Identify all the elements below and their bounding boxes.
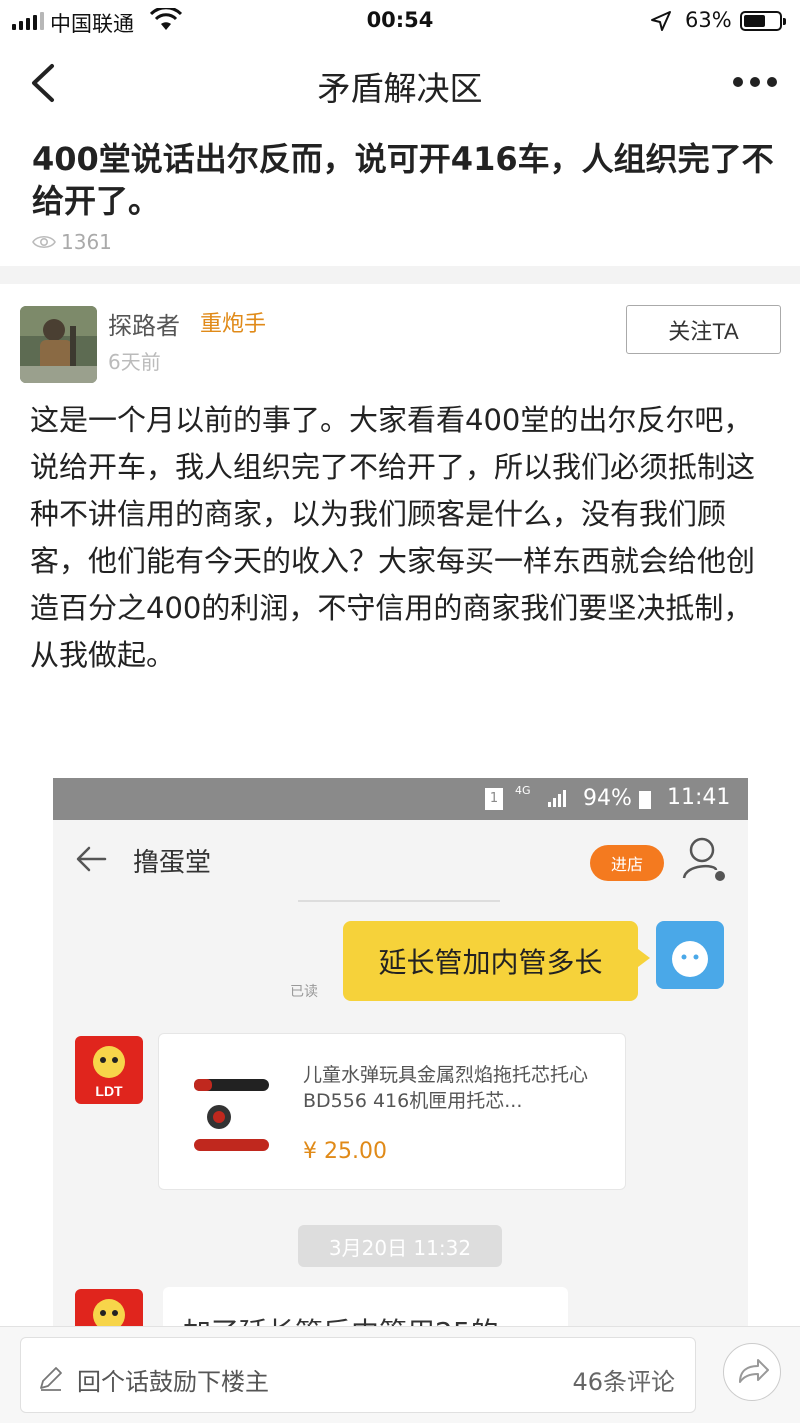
user-settings-icon — [682, 837, 725, 881]
post-time: 6天前 — [108, 350, 161, 374]
battery-icon — [639, 791, 651, 809]
share-button[interactable] — [723, 1343, 781, 1401]
share-icon — [739, 1359, 769, 1383]
clock: 00:54 — [366, 8, 434, 32]
chat-timestamp: 3月20日 11:32 — [298, 1225, 502, 1267]
my-avatar — [656, 921, 724, 989]
network-label: 4G — [515, 784, 531, 797]
eye-icon — [32, 235, 56, 249]
battery-percent: 63% — [685, 8, 732, 32]
view-count: 1361 — [32, 230, 112, 254]
status-bar: 中国联通 00:54 63% — [0, 0, 800, 42]
thread-title: 400堂说话出尔反而，说可开416车，人组织完了不给开了。 — [32, 140, 774, 220]
section-divider — [0, 266, 800, 284]
dot-icon — [767, 77, 777, 87]
follow-button[interactable]: 关注TA — [626, 305, 781, 354]
battery-icon — [740, 11, 786, 31]
read-status: 已读 — [290, 984, 318, 1000]
shop-logo-text: LDT — [95, 1083, 123, 1099]
comment-count[interactable]: 46条评论 — [572, 1362, 675, 1397]
pencil-icon — [40, 1367, 62, 1391]
product-image — [194, 1079, 269, 1151]
post-body: 这是一个月以前的事了。大家看看400堂的出尔反尔吧，说给开车，我人组织完了不给开… — [30, 403, 756, 672]
arrow-left-icon — [76, 846, 107, 872]
sim-icon: 1 — [485, 788, 503, 810]
nav-bar: 矛盾解决区 — [0, 48, 800, 118]
signal-icon — [548, 790, 566, 807]
view-count-value: 1361 — [61, 230, 112, 254]
author-avatar[interactable] — [20, 306, 97, 383]
received-message-bubble: 加了延长管后内管用25的 — [163, 1287, 568, 1328]
chat-header: 撸蛋堂 进店 — [53, 820, 748, 900]
author-name[interactable]: 探路者 — [108, 306, 180, 341]
comment-input[interactable]: 回个话鼓励下楼主 46条评论 — [20, 1337, 696, 1413]
embedded-clock: 11:41 — [667, 785, 731, 810]
product-name: 儿童水弹玩具金属烈焰拖托芯托心BD556 416机匣用托芯... — [303, 1064, 589, 1112]
product-card: 儿童水弹玩具金属烈焰拖托芯托心BD556 416机匣用托芯... ¥ 25.00 — [158, 1033, 626, 1190]
dot-icon — [750, 77, 760, 87]
post-image[interactable]: 1 4G 94% 11:41 撸蛋堂 进店 延长管加内管多长 已读 LDT 儿童… — [53, 778, 748, 1328]
enter-shop-button: 进店 — [590, 845, 664, 881]
shop-avatar — [75, 1289, 143, 1328]
product-price: ¥ 25.00 — [303, 1139, 387, 1164]
author-rank-badge: 重炮手 — [200, 312, 267, 337]
shop-avatar: LDT — [75, 1036, 143, 1104]
location-arrow-icon — [651, 11, 671, 31]
comment-bar: 回个话鼓励下楼主 46条评论 — [0, 1326, 800, 1423]
embedded-battery-percent: 94% — [583, 786, 632, 811]
more-options-button[interactable] — [725, 70, 785, 94]
separator — [298, 900, 500, 902]
embedded-status-bar: 1 4G 94% 11:41 — [53, 778, 748, 820]
chat-title: 撸蛋堂 — [133, 848, 212, 878]
dot-icon — [733, 77, 743, 87]
page-title: 矛盾解决区 — [317, 69, 483, 108]
comment-placeholder: 回个话鼓励下楼主 — [77, 1368, 269, 1396]
sent-message-bubble: 延长管加内管多长 — [343, 921, 650, 1001]
